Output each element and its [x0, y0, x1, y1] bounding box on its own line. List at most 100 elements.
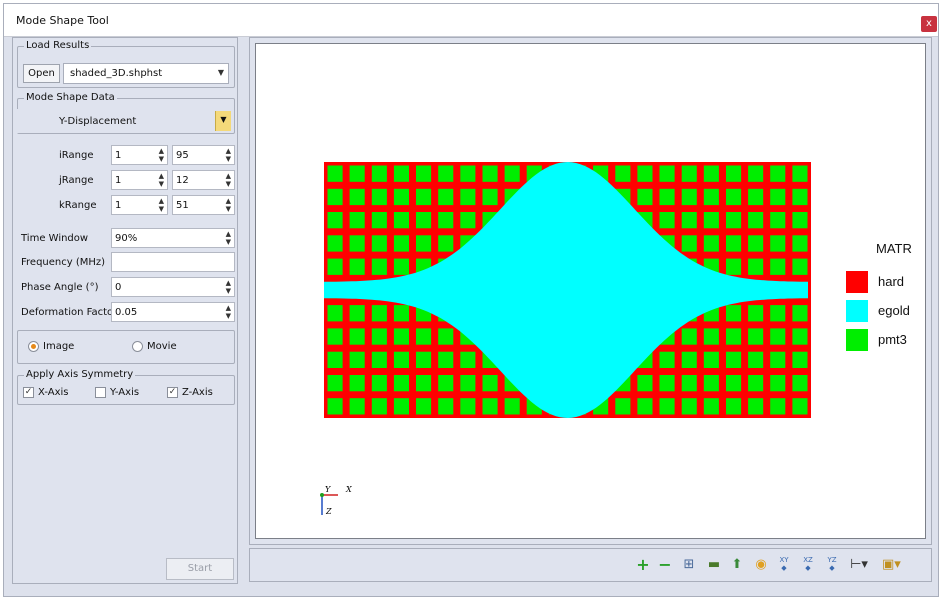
start-button[interactable]: Start: [166, 558, 234, 580]
axis-z-label: Z: [325, 507, 332, 516]
pmt3-cell: [792, 398, 808, 415]
pmt3-cell: [681, 235, 697, 252]
image-radio[interactable]: [28, 341, 39, 352]
pmt3-cell: [371, 305, 387, 322]
center-icon[interactable]: ◉: [752, 556, 770, 574]
krange-max-value: 51: [176, 200, 189, 211]
spin-arrows-icon[interactable]: ▲ ▼: [159, 147, 164, 163]
zoom-out-icon[interactable]: −: [656, 556, 674, 574]
pmt3-cell: [393, 212, 409, 229]
output-type-group: Image Movie: [17, 330, 235, 364]
pmt3-cell: [770, 165, 786, 182]
pmt3-cell: [770, 235, 786, 252]
x-axis-label[interactable]: X-Axis: [38, 387, 69, 398]
zoom-in-icon[interactable]: +: [634, 556, 652, 574]
pmt3-cell: [748, 398, 764, 415]
deformation-factor-value: 0.05: [115, 307, 138, 318]
spin-arrows-icon[interactable]: ▲ ▼: [226, 197, 231, 213]
y-axis-checkbox[interactable]: [95, 387, 106, 398]
time-window-spinbox[interactable]: 90% ▲ ▼: [111, 228, 235, 248]
spin-arrows-icon[interactable]: ▲ ▼: [226, 230, 231, 246]
pmt3-cell: [637, 165, 653, 182]
krange-max-spinbox[interactable]: 51 ▲ ▼: [172, 195, 235, 215]
pmt3-cell: [615, 398, 631, 415]
pmt3-cell: [327, 375, 343, 392]
pmt3-cell: [792, 235, 808, 252]
open-button[interactable]: Open: [23, 64, 60, 83]
mode-shape-select-value: Y-Displacement: [59, 116, 137, 127]
pmt3-cell: [770, 305, 786, 322]
z-axis-label[interactable]: Z-Axis: [182, 387, 213, 398]
spin-arrows-icon[interactable]: ▲ ▼: [226, 172, 231, 188]
pmt3-cell: [792, 305, 808, 322]
pmt3-cell: [371, 328, 387, 345]
frequency-label: Frequency (MHz): [21, 257, 106, 268]
pmt3-cell: [703, 165, 719, 182]
pmt3-cell: [460, 398, 476, 415]
close-button[interactable]: x: [921, 16, 937, 32]
pmt3-cell: [681, 165, 697, 182]
pmt3-cell: [327, 328, 343, 345]
pmt3-cell: [327, 258, 343, 275]
movie-radio-label[interactable]: Movie: [147, 341, 177, 352]
image-radio-label[interactable]: Image: [43, 341, 74, 352]
rotate-icon[interactable]: ⬆: [728, 556, 746, 574]
pmt3-cell: [659, 351, 675, 368]
3d-viewport[interactable]: Y X Z MATR hard egold pmt3: [255, 43, 926, 539]
phase-angle-spinbox[interactable]: 0 ▲ ▼: [111, 277, 235, 297]
z-axis-checkbox[interactable]: ✓: [167, 387, 178, 398]
view-xy-label: XY: [779, 556, 789, 564]
pmt3-cell: [748, 165, 764, 182]
pmt3-cell: [349, 351, 365, 368]
deformation-factor-spinbox[interactable]: 0.05 ▲ ▼: [111, 302, 235, 322]
pmt3-cell: [748, 188, 764, 206]
pmt3-cell: [726, 165, 742, 182]
pmt3-cell: [748, 375, 764, 392]
krange-min-spinbox[interactable]: 1 ▲ ▼: [111, 195, 168, 215]
pmt3-cell: [726, 328, 742, 345]
pmt3-cell: [393, 398, 409, 415]
pmt3-cell: [748, 235, 764, 252]
pmt3-cell: [770, 328, 786, 345]
pmt3-cell: [393, 328, 409, 345]
view-xy-icon[interactable]: XY ◆: [775, 556, 793, 574]
spin-arrows-icon[interactable]: ▲ ▼: [226, 279, 231, 295]
irange-min-spinbox[interactable]: 1 ▲ ▼: [111, 145, 168, 165]
pmt3-cell: [792, 351, 808, 368]
x-axis-checkbox[interactable]: ✓: [23, 387, 34, 398]
pmt3-cell: [748, 258, 764, 275]
view-xz-icon[interactable]: XZ ◆: [799, 556, 817, 574]
legend-label: hard: [878, 274, 905, 289]
pmt3-cell: [726, 351, 742, 368]
pmt3-cell: [349, 328, 365, 345]
pmt3-cell: [681, 375, 697, 392]
jrange-min-spinbox[interactable]: 1 ▲ ▼: [111, 170, 168, 190]
pmt3-cell: [460, 165, 476, 182]
frequency-field[interactable]: [111, 252, 235, 272]
export-icon[interactable]: ▣▾: [882, 556, 901, 574]
spin-arrows-icon[interactable]: ▲ ▼: [159, 172, 164, 188]
pmt3-cell: [726, 188, 742, 206]
spin-arrows-icon[interactable]: ▲ ▼: [159, 197, 164, 213]
title-bar: Mode Shape Tool x: [4, 4, 938, 37]
irange-max-spinbox[interactable]: 95 ▲ ▼: [172, 145, 235, 165]
pmt3-cell: [371, 398, 387, 415]
pmt3-cell: [792, 188, 808, 206]
pmt3-cell: [482, 375, 498, 392]
mode-shape-select[interactable]: Y-Displacement ▼: [17, 109, 233, 133]
pmt3-cell: [371, 165, 387, 182]
pmt3-cell: [637, 375, 653, 392]
view-yz-icon[interactable]: YZ ◆: [823, 556, 841, 574]
measure-icon[interactable]: ⊢▾: [850, 556, 868, 574]
pan-icon[interactable]: ▬: [705, 556, 723, 574]
pmt3-cell: [416, 398, 432, 415]
jrange-max-spinbox[interactable]: 12 ▲ ▼: [172, 170, 235, 190]
movie-radio[interactable]: [132, 341, 143, 352]
spin-arrows-icon[interactable]: ▲ ▼: [226, 304, 231, 320]
file-select[interactable]: shaded_3D.shphst ▼: [63, 63, 229, 84]
y-axis-label[interactable]: Y-Axis: [110, 387, 139, 398]
spin-arrows-icon[interactable]: ▲ ▼: [226, 147, 231, 163]
view-toolbar: + − ⊞ ▬ ⬆ ◉ XY ◆ XZ ◆ YZ ◆ ⊢▾ ▣▾: [249, 548, 932, 582]
pmt3-cell: [371, 188, 387, 206]
fit-view-icon[interactable]: ⊞: [680, 556, 698, 574]
